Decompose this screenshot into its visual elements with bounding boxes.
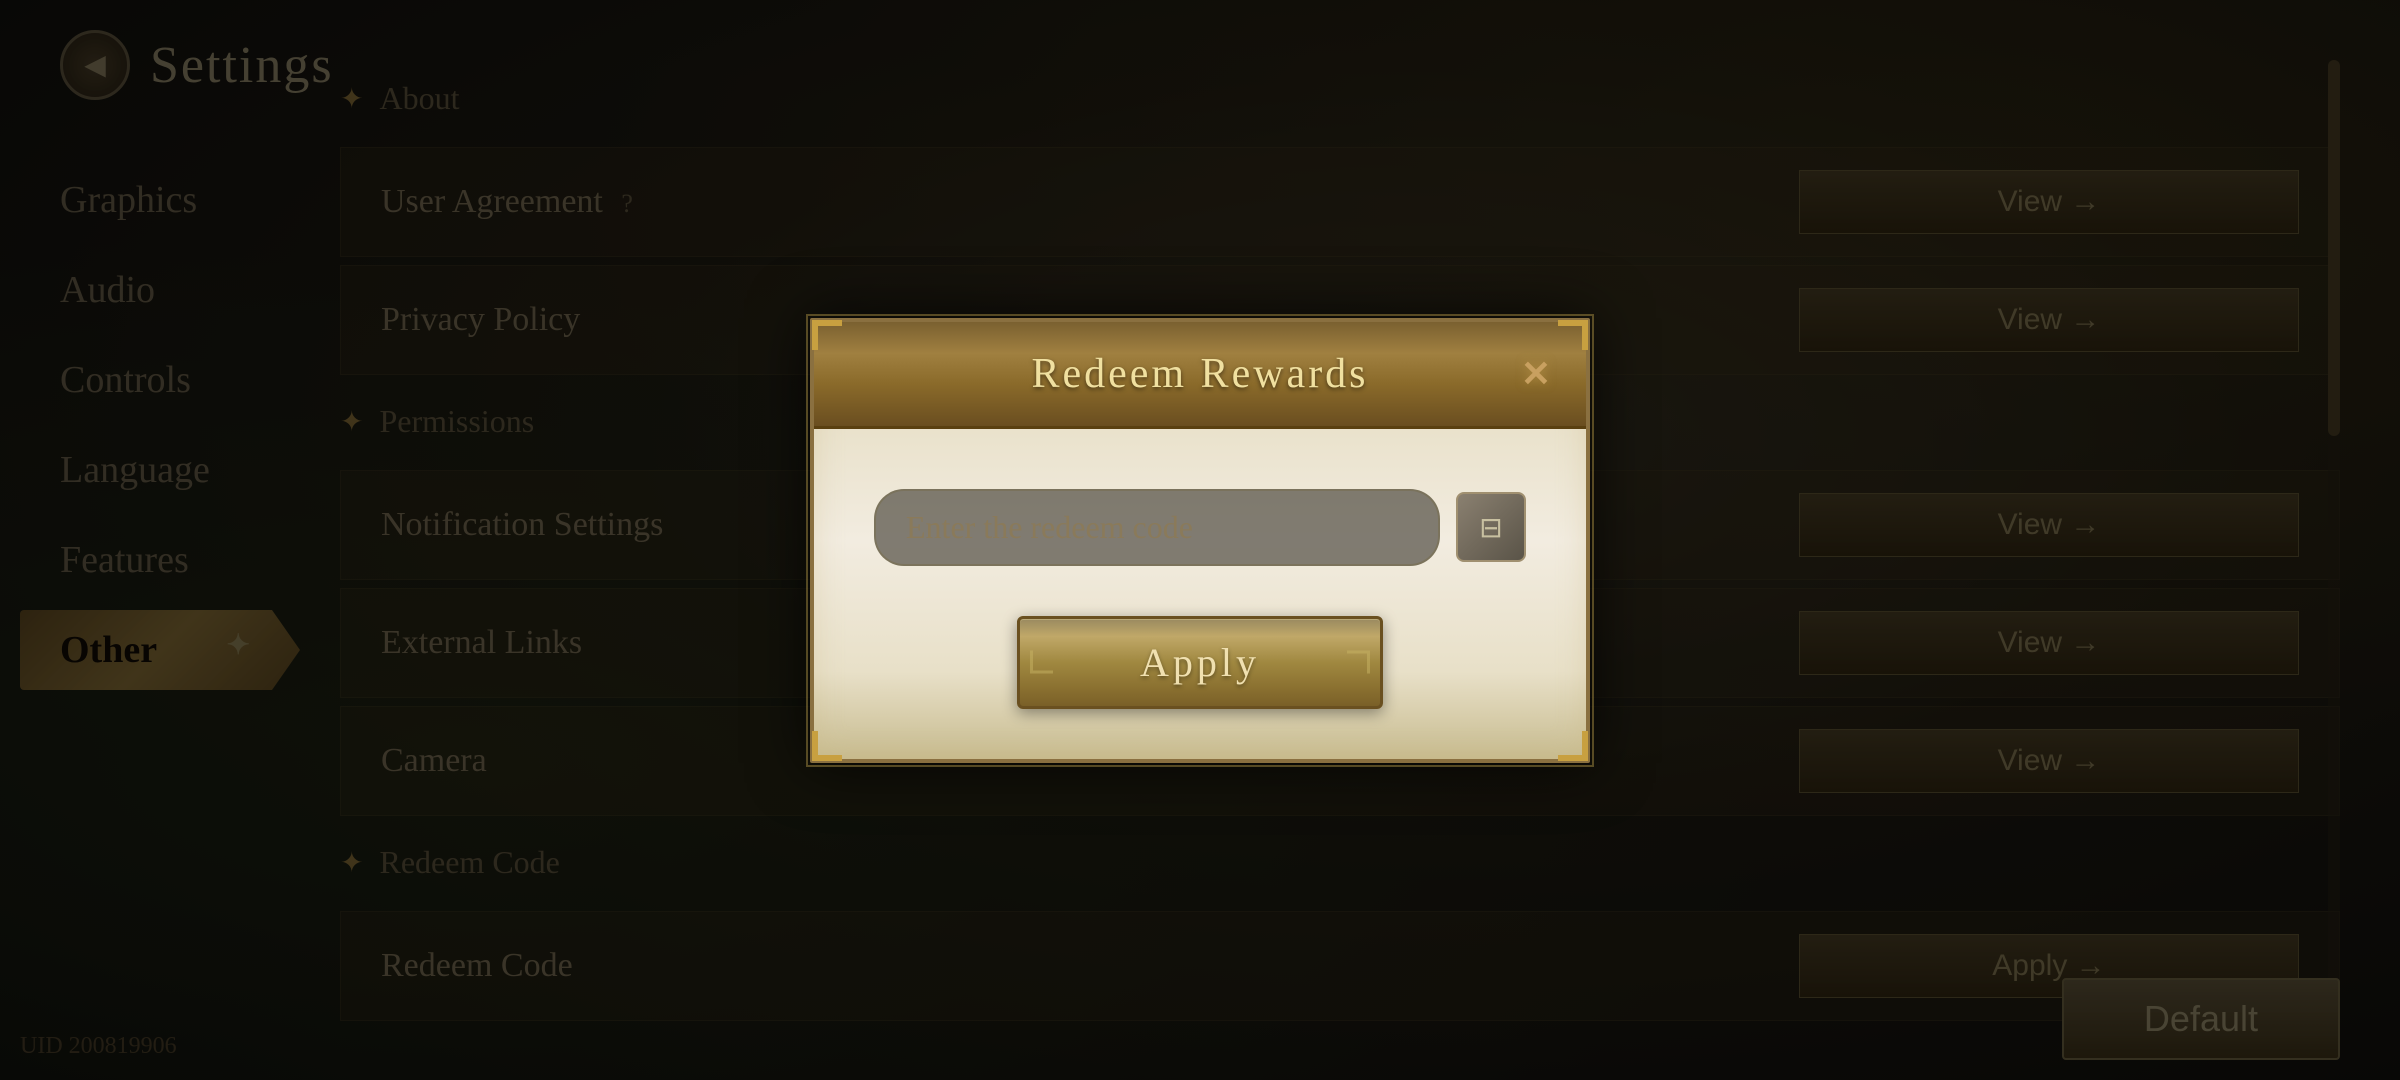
modal-apply-button[interactable]: Apply	[1017, 616, 1383, 709]
modal-title: Redeem Rewards	[864, 350, 1536, 398]
fold-corner-br	[1558, 731, 1588, 761]
modal-close-button[interactable]: ✕	[1506, 344, 1566, 404]
modal-overlay: Redeem Rewards ✕ ⊟ Apply	[0, 0, 2400, 1080]
paste-button[interactable]: ⊟	[1456, 492, 1526, 562]
fold-corner-tr	[1558, 320, 1588, 350]
paste-icon: ⊟	[1479, 511, 1502, 544]
redeem-input-row: ⊟	[874, 489, 1526, 566]
redeem-code-input[interactable]	[874, 489, 1440, 566]
modal-header: Redeem Rewards ✕	[814, 322, 1586, 429]
fold-corner-bl	[812, 731, 842, 761]
close-icon: ✕	[1521, 353, 1551, 395]
modal-body: ⊟ Apply	[814, 429, 1586, 759]
fold-corner-tl	[812, 320, 842, 350]
redeem-rewards-modal: Redeem Rewards ✕ ⊟ Apply	[810, 318, 1590, 763]
